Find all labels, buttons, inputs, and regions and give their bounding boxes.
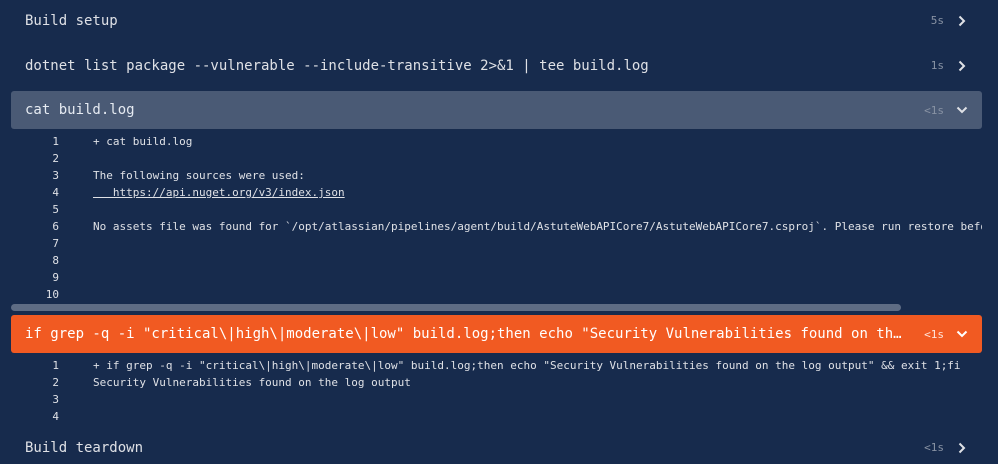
line-text: + cat build.log bbox=[93, 135, 193, 148]
log-output-grep: 1 + if grep -q -i "critical\|high\|modera… bbox=[11, 357, 982, 425]
line-number: 10 bbox=[45, 288, 59, 301]
chevron-down-icon[interactable] bbox=[956, 104, 968, 116]
step-build-setup[interactable]: Build setup 5s bbox=[11, 5, 982, 36]
log-line: 2 bbox=[11, 150, 982, 167]
log-line: 8 bbox=[11, 252, 982, 269]
line-number: 6 bbox=[52, 220, 59, 233]
chevron-right-icon[interactable] bbox=[956, 442, 968, 454]
log-line: 10 bbox=[11, 286, 982, 303]
step-title: if grep -q -i "critical\|high\|moderate\… bbox=[25, 326, 908, 342]
log-line: 5 bbox=[11, 201, 982, 218]
step-title: Build setup bbox=[25, 12, 118, 29]
line-number: 9 bbox=[52, 271, 59, 284]
step-duration: <1s bbox=[924, 103, 944, 117]
step-duration: <1s bbox=[924, 441, 944, 454]
log-line: 1 + if grep -q -i "critical\|high\|modera… bbox=[11, 357, 982, 374]
step-title: Build teardown bbox=[25, 439, 144, 456]
log-line: 7 bbox=[11, 235, 982, 252]
log-line: 6 No assets file was found for `/opt/atla… bbox=[11, 218, 982, 235]
log-line: 3 The following sources were used: bbox=[11, 167, 982, 184]
step-duration: 5s bbox=[930, 14, 944, 27]
chevron-right-icon[interactable] bbox=[956, 60, 968, 72]
line-text: No assets file was found for `/opt/atlas… bbox=[93, 220, 982, 233]
line-text: + if grep -q -i "critical\|high\|moderat… bbox=[93, 359, 961, 372]
line-number: 3 bbox=[52, 169, 59, 182]
line-number: 2 bbox=[52, 376, 59, 389]
line-number: 1 bbox=[52, 359, 59, 372]
line-number: 4 bbox=[52, 410, 59, 423]
line-number: 8 bbox=[52, 254, 59, 267]
step-dotnet-list[interactable]: dotnet list package --vulnerable --inclu… bbox=[11, 50, 982, 81]
log-output-cat: 1 + cat build.log 2 3 The following source… bbox=[11, 133, 982, 303]
chevron-right-icon[interactable] bbox=[956, 15, 968, 27]
line-number: 5 bbox=[52, 203, 59, 216]
line-number: 2 bbox=[52, 152, 59, 165]
line-text: The following sources were used: bbox=[93, 169, 305, 182]
step-duration: <1s bbox=[924, 327, 944, 341]
step-cat-build-log[interactable]: cat build.log <1s bbox=[11, 91, 982, 129]
step-duration: 1s bbox=[930, 59, 944, 72]
log-line: 4 bbox=[11, 408, 982, 425]
line-number: 7 bbox=[52, 237, 59, 250]
log-line: 4 https://api.nuget.org/v3/index.json bbox=[11, 184, 982, 201]
log-line: 1 + cat build.log bbox=[11, 133, 982, 150]
log-line: 9 bbox=[11, 269, 982, 286]
line-number: 4 bbox=[52, 186, 59, 199]
log-line: 2 Security Vulnerabilities found on the l… bbox=[11, 374, 982, 391]
chevron-down-icon[interactable] bbox=[956, 328, 968, 340]
horizontal-scrollbar[interactable] bbox=[11, 304, 901, 311]
step-title: cat build.log bbox=[25, 102, 135, 118]
nuget-source-link[interactable]: https://api.nuget.org/v3/index.json bbox=[93, 186, 345, 199]
line-number: 1 bbox=[52, 135, 59, 148]
step-title: dotnet list package --vulnerable --inclu… bbox=[25, 57, 649, 74]
log-line: 3 bbox=[11, 391, 982, 408]
step-grep-failed[interactable]: if grep -q -i "critical\|high\|moderate\… bbox=[11, 315, 982, 353]
line-text: Security Vulnerabilities found on the lo… bbox=[93, 376, 411, 389]
line-number: 3 bbox=[52, 393, 59, 406]
step-build-teardown[interactable]: Build teardown <1s bbox=[11, 433, 982, 462]
